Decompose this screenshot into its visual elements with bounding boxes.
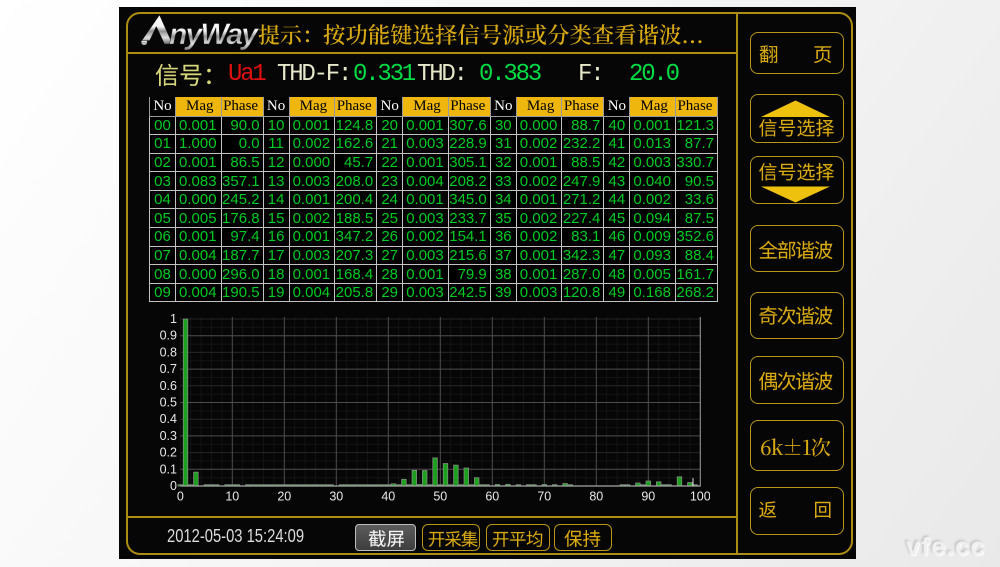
svg-text:0.8: 0.8 [160,345,177,359]
svg-text:0.1: 0.1 [160,462,177,476]
svg-text:0.9: 0.9 [160,329,177,343]
svg-text:30: 30 [329,490,343,504]
svg-text:0.7: 0.7 [160,362,177,376]
svg-text:0.5: 0.5 [160,396,177,410]
svg-text:nyWay: nyWay [169,18,259,51]
svg-text:50: 50 [433,490,447,504]
svg-text:60: 60 [485,490,499,504]
svg-text:80: 80 [589,490,603,504]
svg-text:0: 0 [177,490,184,504]
svg-text:40: 40 [381,490,395,504]
svg-text:0.4: 0.4 [160,412,177,426]
svg-text:0.2: 0.2 [160,446,177,460]
svg-text:10: 10 [225,490,239,504]
svg-text:1: 1 [170,312,177,326]
svg-text:0.6: 0.6 [160,379,177,393]
svg-text:0.3: 0.3 [160,429,177,443]
svg-text:70: 70 [537,490,551,504]
svg-text:90: 90 [641,490,655,504]
svg-text:100: 100 [690,490,710,504]
svg-text:20: 20 [277,490,291,504]
